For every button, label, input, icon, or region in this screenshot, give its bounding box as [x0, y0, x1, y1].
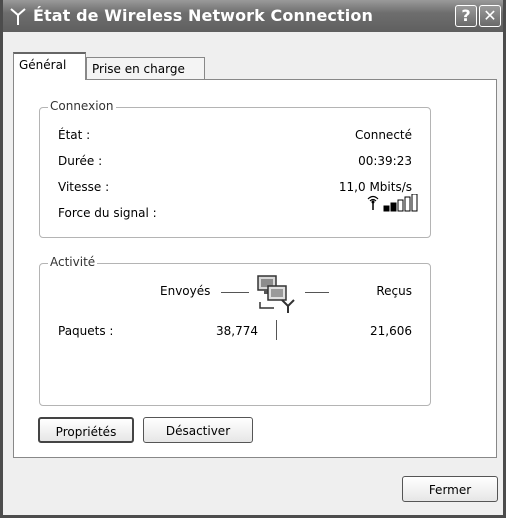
wireless-antenna-icon: [9, 5, 27, 27]
status-value: Connecté: [355, 128, 412, 142]
properties-button[interactable]: Propriétés: [38, 417, 134, 443]
signal-bar: [390, 202, 397, 212]
close-button[interactable]: Fermer: [402, 476, 498, 502]
received-label: Reçus: [376, 284, 412, 298]
activity-divider: [276, 320, 277, 340]
title-bar[interactable]: État de Wireless Network Connection ? ✕: [3, 0, 503, 32]
tab-support[interactable]: Prise en charge: [86, 57, 205, 79]
signal-bar: [411, 193, 418, 212]
status-label: État :: [58, 128, 91, 142]
signal-strength-icon: [366, 193, 426, 212]
tab-panel-general: Connexion État : Connecté Durée : 00:39:…: [13, 79, 497, 458]
packets-label: Paquets :: [58, 324, 114, 338]
sent-label: Envoyés: [160, 284, 211, 298]
signal-antenna-glyph: [367, 195, 379, 210]
tab-general[interactable]: Général: [13, 52, 86, 80]
duration-label: Durée :: [58, 154, 103, 168]
connection-legend: Connexion: [48, 99, 116, 113]
network-computers-icon: [254, 272, 300, 314]
duration-value: 00:39:23: [358, 154, 412, 168]
packets-received-value: 21,606: [370, 324, 412, 338]
signal-bar: [383, 205, 390, 212]
status-dialog: État de Wireless Network Connection ? ✕ …: [0, 0, 506, 518]
signal-bar: [404, 196, 411, 212]
signal-bar: [397, 199, 404, 212]
help-button[interactable]: ?: [455, 5, 477, 27]
disable-button[interactable]: Désactiver: [143, 417, 253, 443]
signal-strength-label: Force du signal :: [58, 206, 157, 220]
window-title: État de Wireless Network Connection: [33, 6, 373, 25]
received-connector-line: [305, 292, 329, 293]
connection-group: Connexion État : Connecté Durée : 00:39:…: [39, 99, 431, 238]
close-window-button[interactable]: ✕: [479, 5, 501, 27]
activity-legend: Activité: [48, 255, 98, 269]
speed-value: 11,0 Mbits/s: [338, 180, 412, 194]
packets-sent-value: 38,774: [216, 324, 258, 338]
speed-label: Vitesse :: [58, 180, 110, 194]
sent-connector-line: [221, 292, 249, 293]
activity-group: Activité Envoyés Reçus Paquets : 38,774 …: [39, 255, 431, 406]
